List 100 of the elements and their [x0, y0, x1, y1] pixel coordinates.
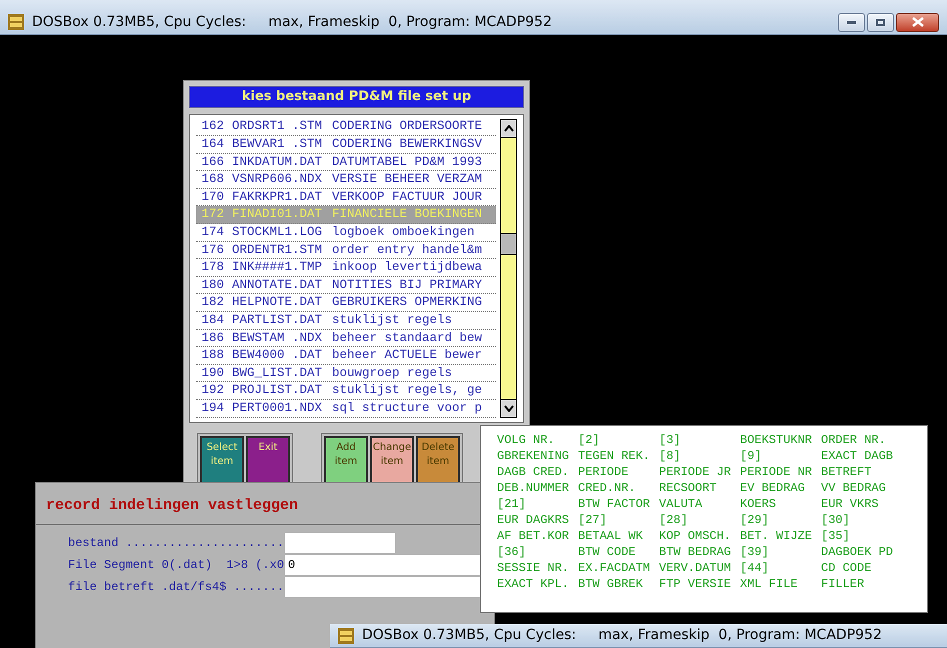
field-name: EXACT DAGB [821, 448, 894, 464]
field-name: BTW FACTOR [578, 496, 652, 512]
row-number: 182 [200, 294, 224, 312]
field-name: [44] [740, 560, 770, 576]
file-description: CODERING BEWERKINGSV [332, 136, 482, 154]
row-number: 164 [200, 136, 224, 154]
field-name: [3] [659, 432, 682, 448]
scrollbar[interactable] [500, 118, 517, 418]
field-name: BETREFT [821, 464, 872, 480]
file-name: FAKRKPR1.DAT [232, 188, 324, 206]
row-number: 168 [200, 171, 224, 188]
row-number: 194 [200, 400, 224, 417]
dialog-button[interactable]: Select item [200, 436, 244, 484]
field-name: [9] [740, 448, 763, 464]
field-name: [2] [578, 432, 601, 448]
file-row[interactable]: 178 INK####1.TMP inkoop levertijdbewa [196, 259, 496, 277]
file-row[interactable]: 174 STOCKML1.LOG logboek omboekingen [196, 224, 496, 242]
field-name: [35] [821, 528, 851, 544]
window-title: DOSBox 0.73MB5, Cpu Cycles: max, Frameskip 0, Program: MCADP952 [362, 626, 882, 645]
field-name: [8] [659, 448, 682, 464]
file-name: PERT0001.NDX [232, 400, 324, 417]
scroll-down-icon[interactable] [501, 398, 516, 417]
row-number: 188 [200, 347, 224, 364]
field-name: FILLER [821, 576, 866, 592]
file-description: order entry handel&m [332, 242, 482, 259]
row-number: 180 [200, 276, 224, 294]
field-name: BETAAL WK [578, 528, 644, 544]
file-row[interactable]: 180 ANNOTATE.DAT NOTITIES BIJ PRIMARY [196, 276, 496, 294]
file-row[interactable]: 186 BEWSTAM .NDX beheer standaard bew [196, 330, 496, 348]
field-name: [30] [821, 512, 851, 528]
field-name: KOERS [740, 496, 778, 512]
input-field[interactable]: 0 [285, 554, 481, 574]
field-name: BTW BEDRAG [659, 544, 732, 560]
field-name: BTW CODE [578, 544, 637, 560]
field-name: VERV.DATUM [659, 560, 732, 576]
file-description: beheer ACTUELE bewer [332, 347, 482, 364]
field-name: EUR VKRS [821, 496, 880, 512]
file-description: bouwgroep regels [332, 364, 452, 382]
field-name: XML FILE [740, 576, 799, 592]
field-name: BTW GBREK [578, 576, 644, 592]
file-description: CODERING ORDERSOORTE [332, 118, 482, 136]
field-name: PERIODE NR [740, 464, 814, 480]
row-number: 176 [200, 242, 224, 259]
dialog-title: kies bestaand PD&M file set up [242, 88, 472, 106]
field-name: VALUTA [659, 496, 704, 512]
file-description: sql structure voor p [332, 400, 482, 417]
close-icon [912, 17, 924, 27]
file-description: inkoop levertijdbewa [332, 259, 482, 276]
scroll-thumb[interactable] [501, 232, 516, 254]
file-row[interactable]: 176 ORDENTR1.STM order entry handel&m [196, 242, 496, 260]
field-name: KOP OMSCH. [659, 528, 732, 544]
file-description: VERKOOP FACTUUR JOUR [332, 188, 482, 206]
field-value: 0 [288, 556, 296, 574]
file-row[interactable]: 182 HELPNOTE.DAT GEBRUIKERS OPMERKING [196, 294, 496, 312]
file-row[interactable]: 162 ORDSRT1 .STM CODERING ORDERSOORTE [196, 118, 496, 136]
file-name: BWG_LIST.DAT [232, 364, 324, 382]
file-row[interactable]: 190 BWG_LIST.DAT bouwgroep regels [196, 364, 496, 382]
file-row[interactable]: 184 PARTLIST.DAT stuklijst regels [196, 312, 496, 330]
file-name: HELPNOTE.DAT [232, 294, 324, 312]
field-name: CD CODE [821, 560, 872, 576]
field-name: PERIODE JR [659, 464, 732, 480]
field-name: TEGEN REK. [578, 448, 652, 464]
field-name: BET. WIJZE [740, 528, 814, 544]
close-button[interactable] [896, 12, 939, 32]
file-row[interactable]: 164 BEWVAR1 .STM CODERING BEWERKINGSV [196, 136, 496, 154]
field-name: VOLG NR. [497, 432, 556, 448]
file-description: DATUMTABEL PD&M 1993 [332, 154, 482, 171]
row-number: 184 [200, 312, 224, 329]
field-name: AF BET.KOR [497, 528, 570, 544]
file-description: logboek omboekingen [332, 224, 475, 241]
file-row[interactable]: 192 PROJLIST.DAT stuklijst regels, ge [196, 382, 496, 400]
field-name: [29] [740, 512, 770, 528]
file-row[interactable]: 194 PERT0001.NDX sql structure voor p [196, 400, 496, 418]
field-name: PERIODE [578, 464, 630, 480]
file-description: NOTITIES BIJ PRIMARY [332, 276, 482, 294]
scroll-up-icon[interactable] [501, 120, 516, 138]
window-title: DOSBox 0.73MB5, Cpu Cycles: max, Frameskip 0, Program: MCADP952 [32, 12, 552, 32]
input-field[interactable] [285, 576, 481, 596]
file-description: stuklijst regels [332, 312, 452, 329]
file-name: ANNOTATE.DAT [232, 276, 324, 294]
file-name: PARTLIST.DAT [232, 312, 324, 329]
dialog-button[interactable]: Exit [246, 436, 290, 484]
file-description: beheer standaard bew [332, 330, 482, 347]
file-row[interactable]: 168 VSNRP606.NDX VERSIE BEHEER VERZAM [196, 171, 496, 189]
field-name: [36] [497, 544, 527, 560]
file-row[interactable]: 188 BEW4000 .DAT beheer ACTUELE bewer [196, 347, 496, 365]
minimize-button[interactable] [838, 12, 865, 32]
file-row[interactable]: 166 INKDATUM.DAT DATUMTABEL PD&M 1993 [196, 154, 496, 172]
input-field[interactable] [285, 532, 395, 552]
row-number: 170 [200, 188, 224, 206]
field-label: file betreft .dat/fs4$ ....... [67, 578, 285, 596]
field-name: EV BEDRAG [740, 480, 806, 496]
maximize-button[interactable] [867, 12, 894, 32]
field-name: GBREKENING [497, 448, 570, 464]
field-label: File Segment 0(.dat) 1>8 (.x0 [67, 556, 285, 574]
field-name: VV BEDRAG [821, 480, 887, 496]
field-name: SESSIE NR. [497, 560, 570, 576]
file-name: VSNRP606.NDX [232, 171, 324, 188]
row-number: 174 [200, 224, 224, 241]
file-name: INK####1.TMP [232, 259, 324, 276]
